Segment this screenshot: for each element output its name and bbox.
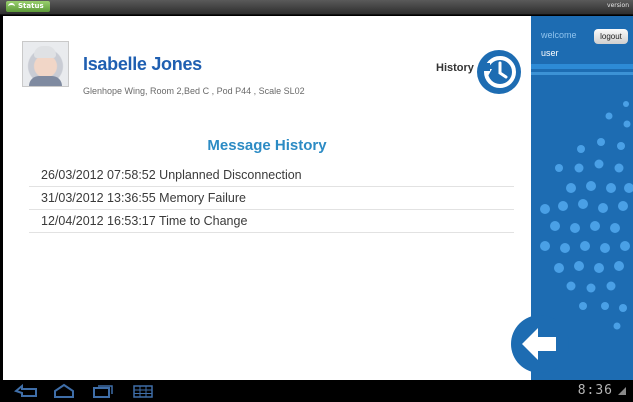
menu-icon[interactable] bbox=[132, 383, 154, 399]
wifi-icon bbox=[8, 3, 15, 9]
version-text: version bbox=[607, 2, 629, 9]
home-icon[interactable] bbox=[52, 383, 76, 399]
main-panel: Isabelle Jones Glenhope Wing, Room 2,Bed… bbox=[3, 16, 531, 380]
recent-apps-icon[interactable] bbox=[90, 383, 114, 399]
history-entry[interactable]: 12/04/2012 16:53:17 Time to Change bbox=[29, 210, 514, 233]
patient-name: Isabelle Jones bbox=[83, 54, 202, 74]
status-app-tag: Status bbox=[6, 1, 50, 12]
history-clock-icon[interactable] bbox=[476, 49, 522, 95]
patient-location: Glenhope Wing, Room 2,Bed C , Pod P44 , … bbox=[83, 86, 305, 96]
patient-avatar bbox=[22, 41, 69, 87]
status-app-label: Status bbox=[18, 2, 44, 10]
history-entry[interactable]: 31/03/2012 13:36:55 Memory Failure bbox=[29, 187, 514, 210]
system-nav-bar: 8:36 bbox=[0, 380, 633, 402]
signal-icon bbox=[618, 387, 626, 395]
back-icon[interactable] bbox=[14, 383, 40, 399]
message-history-title: Message History bbox=[207, 137, 327, 154]
history-label[interactable]: History bbox=[436, 62, 474, 74]
history-entry[interactable]: 26/03/2012 07:58:52 Unplanned Disconnect… bbox=[29, 164, 514, 187]
status-bar: Status version bbox=[0, 0, 633, 15]
message-history-list: 26/03/2012 07:58:52 Unplanned Disconnect… bbox=[29, 164, 514, 233]
avatar-body bbox=[29, 76, 62, 86]
back-arrow-icon[interactable] bbox=[510, 314, 570, 374]
avatar-hair bbox=[34, 46, 56, 58]
clock: 8:36 bbox=[577, 383, 613, 398]
